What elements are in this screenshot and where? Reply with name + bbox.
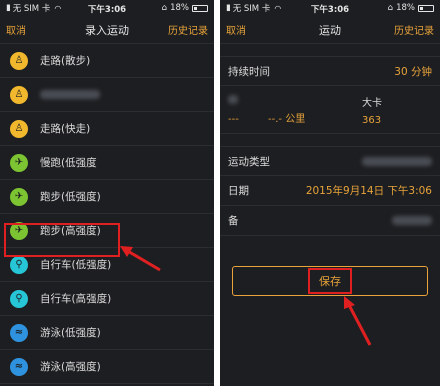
calories-value: 363: [362, 114, 382, 126]
status-time: 下午3:06: [87, 5, 127, 15]
running-icon: ✈: [10, 153, 28, 172]
list-item[interactable]: ≈ 游泳(低强度): [0, 316, 214, 350]
activity-label: 自行车(高强度): [40, 293, 112, 305]
selection-highlight-box: [4, 223, 120, 257]
blurred-value: [362, 156, 432, 166]
list-item[interactable]: ≈ 游泳(高强度): [0, 350, 214, 384]
blurred-label: [228, 94, 238, 104]
blurred-label: [40, 90, 100, 99]
note-row[interactable]: 备: [220, 206, 440, 236]
list-item[interactable]: ✈ 慢跑(低强度: [0, 146, 214, 180]
distance-unit: --.- 公里: [268, 113, 306, 125]
list-item[interactable]: ♙ 走路(散步): [0, 44, 214, 78]
activity-label: 游泳(高强度): [40, 361, 101, 373]
status-time: 下午3:06: [310, 5, 350, 15]
right-screen: ▮ 无 SIM 卡 ◠ 下午3:06 ⌂ 18% 取消 运动 历史记录 持续时间…: [220, 0, 440, 386]
date-row[interactable]: 日期 2015年9月14日 下午3:06: [220, 176, 440, 206]
activity-type-label: 运动类型: [228, 155, 270, 168]
activity-list: ♙ 走路(散步) ♙ ♙ 走路(快走) ✈ 慢跑(低强度 ✈ 跑步(低强度) ✈…: [0, 44, 214, 384]
status-bar: ▮ 无 SIM 卡 ◠ 下午3:06 ⌂ 18%: [0, 0, 214, 16]
history-button[interactable]: 历史记录: [168, 22, 208, 37]
nav-bar: 取消 运动 历史记录: [220, 16, 440, 44]
cancel-button[interactable]: 取消: [6, 22, 26, 37]
calories-label: 大卡: [362, 97, 382, 109]
duration-value: 30 分钟: [394, 65, 432, 78]
battery-icon: [418, 4, 434, 12]
nav-bar: 取消 录入运动 历史记录: [0, 16, 214, 44]
activity-label: 走路(快走): [40, 123, 91, 135]
list-item[interactable]: ♙: [0, 78, 214, 112]
swimming-icon: ≈: [10, 323, 28, 342]
battery-icon: [192, 4, 208, 12]
walking-icon: ♙: [10, 85, 28, 104]
activity-label: 跑步(低强度): [40, 191, 101, 203]
cancel-button[interactable]: 取消: [226, 22, 246, 37]
walking-icon: ♙: [10, 51, 28, 70]
date-label: 日期: [228, 185, 249, 197]
date-value: 2015年9月14日 下午3:06: [305, 185, 432, 197]
swimming-icon: ≈: [10, 357, 28, 376]
list-item[interactable]: ⚲ 自行车(高强度): [0, 282, 214, 316]
walking-icon: ♙: [10, 119, 28, 138]
cycling-icon: ⚲: [10, 255, 28, 274]
calories-metric: 大卡 363: [362, 94, 432, 126]
activity-label: 游泳(低强度): [40, 327, 101, 339]
left-screen: ▮ 无 SIM 卡 ◠ 下午3:06 ⌂ 18% 取消 录入运动 历史记录 ♙ …: [0, 0, 214, 386]
duration-label: 持续时间: [228, 65, 270, 78]
status-bar: ▮ 无 SIM 卡 ◠ 下午3:06 ⌂ 18%: [220, 0, 440, 16]
distance-metric[interactable]: --- --.- 公里: [228, 94, 362, 125]
note-label: 备: [228, 215, 239, 227]
distance-value: ---: [228, 113, 239, 125]
metrics-row: --- --.- 公里 大卡 363: [220, 86, 440, 134]
activity-label: 走路(散步): [40, 55, 91, 67]
blurred-value: [392, 216, 432, 225]
running-icon: ✈: [10, 187, 28, 206]
duration-row[interactable]: 持续时间 30 分钟: [220, 56, 440, 86]
history-button[interactable]: 历史记录: [394, 22, 434, 37]
list-item[interactable]: ✈ 跑步(低强度): [0, 180, 214, 214]
list-item[interactable]: ♙ 走路(快走): [0, 112, 214, 146]
save-highlight-box: [308, 268, 352, 294]
cycling-icon: ⚲: [10, 289, 28, 308]
activity-label: 慢跑(低强度: [40, 157, 97, 169]
details-form: 运动类型 日期 2015年9月14日 下午3:06 备: [220, 146, 440, 236]
activity-label: 自行车(低强度): [40, 259, 112, 271]
activity-type-row[interactable]: 运动类型: [220, 146, 440, 176]
